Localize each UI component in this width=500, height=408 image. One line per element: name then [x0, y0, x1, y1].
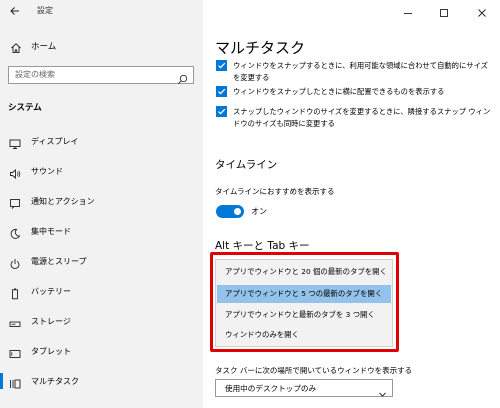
page-title: マルチタスク — [215, 39, 306, 57]
maximize-icon[interactable] — [438, 4, 450, 17]
multitask-icon — [9, 375, 21, 389]
sidebar-item-multitasking[interactable]: マルチタスク — [0, 369, 203, 393]
sidebar-item-tablet[interactable]: タブレット — [0, 339, 203, 363]
checkbox-label: ウィンドウをスナップするときに、利用可能な領域に合わせて自動的にサイズを変更する — [233, 61, 488, 82]
sidebar-item-focus[interactable]: 集中モード — [0, 219, 203, 243]
sidebar-item-label: ストレージ — [31, 317, 71, 326]
timeline-toggle[interactable] — [216, 205, 244, 218]
sidebar-item-label: サウンド — [31, 167, 63, 176]
settings-search-box[interactable] — [8, 66, 194, 85]
sidebar-item-label: マルチタスク — [31, 377, 79, 386]
moon-icon — [9, 225, 21, 239]
storage-icon — [9, 315, 21, 327]
taskbar-label: タスク バーに次の場所で開いているウィンドウを表示する — [215, 366, 413, 375]
sidebar-item-label: ディスプレイ — [31, 137, 79, 146]
power-icon — [9, 255, 21, 269]
main-content: マルチタスク ウィンドウをスナップするときに、利用可能な領域に合わせて自動的にサ… — [203, 0, 500, 408]
search-input[interactable] — [15, 70, 165, 79]
timeline-title: タイムライン — [215, 159, 278, 171]
checkbox-checked-icon[interactable] — [216, 86, 227, 97]
checkbox-checked-icon[interactable] — [216, 106, 227, 117]
annotation-highlight-frame — [210, 252, 399, 352]
sidebar-item-notifications[interactable]: 通知とアクション — [0, 189, 203, 213]
battery-icon — [9, 285, 21, 300]
sidebar-item-sound[interactable]: サウンド — [0, 159, 203, 183]
search-icon[interactable] — [177, 70, 188, 85]
home-icon — [10, 39, 22, 53]
combobox-value: 使用中のデスクトップのみ — [225, 384, 317, 393]
window-controls — [380, 0, 500, 22]
minimize-icon[interactable] — [402, 4, 414, 16]
title-bar: 設定 — [0, 0, 203, 24]
sidebar-item-label: 電源とスリープ — [31, 257, 87, 266]
checkbox-label: ウィンドウをスナップしたときに横に配置できるものを表示する — [233, 87, 445, 96]
sidebar-item-home[interactable]: ホーム — [0, 36, 203, 56]
checkbox-checked-icon[interactable] — [216, 60, 227, 71]
sidebar-item-storage[interactable]: ストレージ — [0, 309, 203, 333]
display-icon — [9, 135, 21, 149]
speaker-icon — [9, 165, 21, 179]
taskbar-combobox[interactable]: 使用中のデスクトップのみ — [215, 379, 393, 397]
tablet-icon — [9, 345, 21, 358]
sidebar-item-label: タブレット — [31, 347, 71, 356]
toggle-state-label: オン — [251, 207, 267, 216]
close-icon[interactable] — [476, 4, 488, 17]
sidebar-item-label: ホーム — [31, 42, 57, 52]
sidebar-item-label: バッテリー — [31, 287, 71, 296]
sidebar-item-label: 集中モード — [31, 227, 71, 236]
sidebar-item-battery[interactable]: バッテリー — [0, 279, 203, 303]
toggle-knob — [234, 208, 241, 215]
sidebar: 設定 ホーム システム ディスプレイ サウンド 通知とアクション — [0, 0, 203, 408]
sidebar-section-title: システム — [8, 103, 42, 113]
checkbox-label: スナップしたウィンドウのサイズを変更するときに、隣接するスナップ ウィンドウのサ… — [233, 107, 491, 128]
notification-icon — [9, 195, 21, 209]
timeline-label: タイムラインにおすすめを表示する — [215, 187, 335, 196]
sidebar-item-power[interactable]: 電源とスリープ — [0, 249, 203, 273]
chevron-down-icon — [378, 384, 387, 397]
alt-tab-title: Alt キーと Tab キー — [215, 240, 310, 252]
back-arrow-icon[interactable] — [7, 3, 23, 19]
app-title: 設定 — [37, 6, 53, 15]
sidebar-item-display[interactable]: ディスプレイ — [0, 129, 203, 153]
sidebar-item-label: 通知とアクション — [31, 197, 95, 206]
